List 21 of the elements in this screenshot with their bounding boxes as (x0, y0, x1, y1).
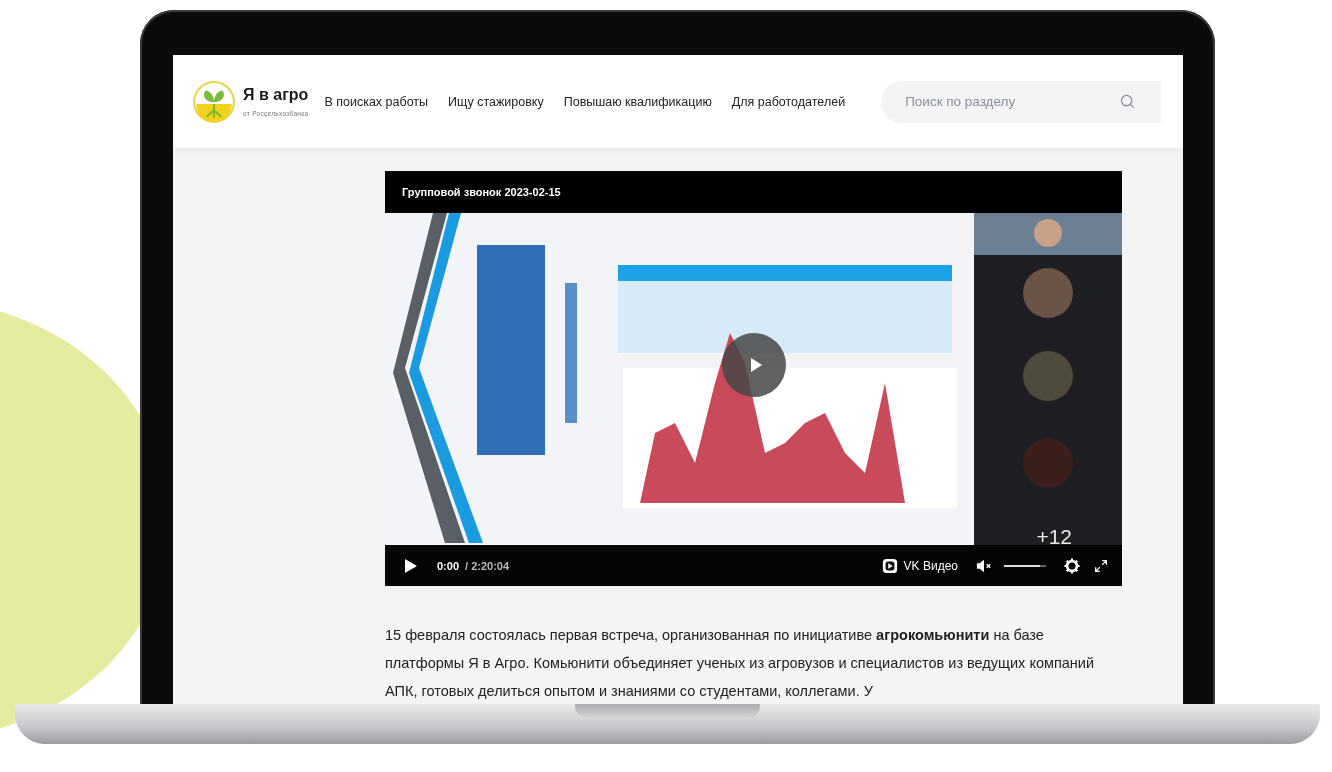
nav-link[interactable]: Ищу стажировку (448, 94, 544, 109)
logo-title[interactable]: Я в агро (243, 86, 309, 104)
article-paragraph: 15 февраля состоялась первая встреча, организованная по инициативе агрокомьюнити на базе платформы Я в Агро. Комьюнити объединяет ученых из агровузов и специалистов из ведущих компаний АПК, готовых делиться опытом и знаниями со студентами, коллегами. У (385, 626, 1096, 701)
nav-link[interactable]: Повышаю квалификацию (563, 94, 712, 109)
nav-link[interactable]: В поисках работы (324, 94, 429, 109)
expand-icon (1094, 558, 1108, 573)
participants-more: +12 (1036, 525, 1072, 549)
video-player[interactable]: Групповой звонок 2023-02-15 +12 0:00 / 2:20:04 VK Видео (385, 171, 1122, 586)
video-title: Групповой звонок 2023-02-15 (402, 186, 561, 198)
nav-link[interactable]: Для работодателей (731, 94, 846, 109)
vk-logo-icon[interactable] (881, 557, 898, 574)
search-icon[interactable] (1120, 93, 1136, 109)
play-icon (403, 557, 419, 574)
muted-speaker-icon (976, 557, 992, 574)
settings-icon (1064, 557, 1080, 574)
search-field[interactable]: Поиск по разделу (881, 80, 1162, 123)
play-icon (749, 357, 763, 373)
current-time: 0:00 (437, 559, 460, 572)
brand-label[interactable]: VK Видео (903, 558, 958, 573)
total-time: / 2:20:04 (465, 559, 510, 572)
volume-slider[interactable] (1004, 564, 1046, 567)
